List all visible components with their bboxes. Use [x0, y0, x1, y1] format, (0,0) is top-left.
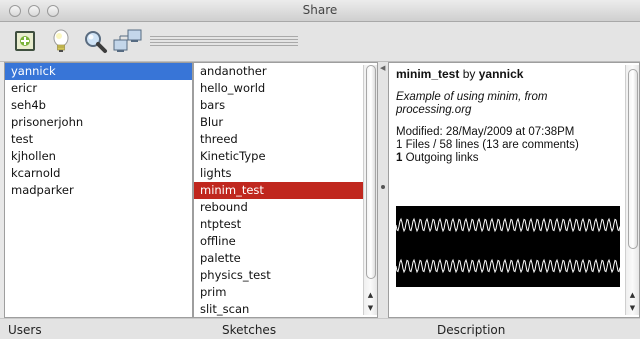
sketch-preview[interactable] [396, 206, 620, 287]
sketch-name: minim_test [396, 67, 460, 81]
sketch-list-item[interactable]: bars [194, 97, 363, 114]
modified-date: Modified: 28/May/2009 at 07:38PM [396, 126, 575, 138]
user-list-item[interactable]: seh4b [5, 97, 192, 114]
sketches-panel: andanother hello_world bars Blur threed Kinet… [193, 62, 378, 318]
scroll-up-arrow-icon[interactable]: ▲ [364, 289, 377, 301]
user-list-item[interactable]: test [5, 131, 192, 148]
user-list-item[interactable]: madparker [5, 182, 192, 199]
scroll-up-arrow-icon[interactable]: ▲ [626, 289, 639, 301]
users-panel: yannick ericr seh4b prisonerjohn test kjholle… [4, 62, 193, 318]
users-label: Users [8, 323, 42, 337]
description-label: Description [437, 323, 506, 337]
window-title: Share [302, 3, 338, 17]
file-stats: 1 Files / 58 lines (13 are comments) [396, 139, 579, 151]
user-list-item[interactable]: prisonerjohn [5, 114, 192, 131]
collapse-arrow-icon[interactable]: ◀ [380, 64, 385, 72]
sketch-list-item[interactable]: ntptest [194, 216, 363, 233]
sketch-list-item[interactable]: andanother [194, 63, 363, 80]
export-button[interactable] [12, 28, 38, 54]
author-name[interactable]: yannick [479, 67, 524, 81]
network-button[interactable] [113, 28, 142, 54]
sketch-list-item[interactable]: slit_scan [194, 301, 363, 317]
user-list-item[interactable]: kcarnold [5, 165, 192, 182]
lightbulb-icon [53, 29, 69, 52]
description-scrollbar[interactable]: ▲ ▼ [625, 65, 639, 315]
sketch-summary: Example of using minim, from processing.… [396, 91, 548, 116]
title-bar: Share [0, 0, 640, 22]
user-list-item[interactable]: yannick [5, 63, 192, 80]
sketch-title: minim_test by yannick [396, 67, 616, 81]
sketch-list-item[interactable]: KineticType [194, 148, 363, 165]
scroll-down-arrow-icon[interactable]: ▼ [626, 302, 639, 314]
search-button[interactable] [82, 28, 108, 54]
sketch-list-item[interactable]: lights [194, 165, 363, 182]
sketches-scrollbar[interactable]: ▲ ▼ [363, 65, 377, 315]
sketches-scroll-thumb[interactable] [366, 65, 376, 279]
user-list-item[interactable]: kjhollen [5, 148, 192, 165]
export-icon [15, 31, 35, 51]
sketch-list-item[interactable]: Blur [194, 114, 363, 131]
magnifier-icon [85, 31, 107, 53]
user-list-item[interactable]: ericr [5, 80, 192, 97]
by-label: by [462, 67, 476, 81]
sketch-list-item[interactable]: hello_world [194, 80, 363, 97]
sketches-label: Sketches [222, 323, 277, 337]
description-scroll-thumb[interactable] [628, 69, 638, 249]
outgoing-label: Outgoing links [405, 152, 479, 164]
sketch-list-item[interactable]: threed [194, 131, 363, 148]
sketch-list-item[interactable]: minim_test [194, 182, 363, 199]
divider-grip-icon [381, 185, 385, 189]
description-panel: minim_test by yannick Example of using m… [388, 62, 640, 318]
ideas-button[interactable] [48, 28, 74, 54]
outgoing-count: 1 [396, 152, 403, 164]
sketch-list-item[interactable]: rebound [194, 199, 363, 216]
toolbar [0, 22, 640, 62]
split-divider[interactable]: ◀ [378, 62, 388, 318]
sketches-list: andanother hello_world bars Blur threed Kinet… [194, 63, 363, 317]
outgoing-links[interactable]: 1 Outgoing links [396, 152, 616, 165]
sketch-list-item[interactable]: offline [194, 233, 363, 250]
footer: Users Sketches Description [0, 318, 640, 339]
sketch-list-item[interactable]: palette [194, 250, 363, 267]
network-icon [113, 29, 142, 52]
sketch-list-item[interactable]: prim [194, 284, 363, 301]
sketch-list-item[interactable]: physics_test [194, 267, 363, 284]
zoom-slider[interactable] [150, 36, 298, 46]
users-list: yannick ericr seh4b prisonerjohn test kjholle… [5, 63, 192, 199]
scroll-down-arrow-icon[interactable]: ▼ [364, 302, 377, 314]
